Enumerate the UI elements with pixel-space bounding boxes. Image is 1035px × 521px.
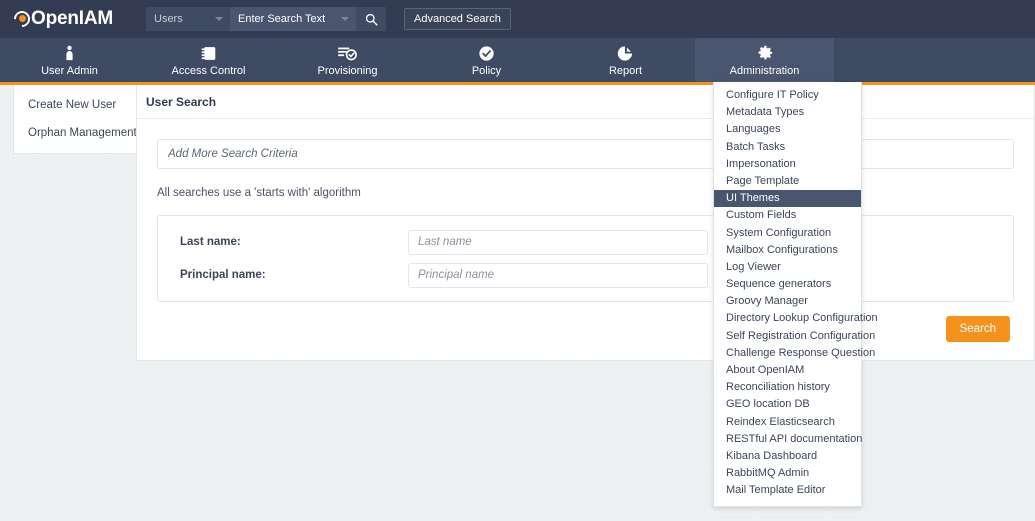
advanced-search-label: Advanced Search [414,13,501,25]
menu-item-configure-it-policy[interactable]: Configure IT Policy [714,87,861,104]
menu-item-batch-tasks[interactable]: Batch Tasks [714,139,861,156]
search-button[interactable]: Search [946,316,1010,342]
report-pie-icon [617,44,634,63]
chevron-down-icon [215,17,223,21]
top-header-bar: OpenIAM Users Advanced Search [0,0,1035,38]
principal-name-field[interactable] [408,263,708,288]
search-fields-container: Last name: Email address: Principal name… [157,215,1014,302]
sidebar-item-orphan-management-label: Orphan Management [28,127,137,139]
principal-name-label: Principal name: [180,269,408,281]
nav-item-user-admin-label: User Admin [41,65,98,77]
search-submit-button[interactable] [356,7,386,31]
nav-item-access-control-label: Access Control [172,65,246,77]
algorithm-note: All searches use a 'starts with' algorit… [157,187,1014,199]
menu-item-restful-api-documentation[interactable]: RESTful API documentation [714,431,861,448]
menu-item-ui-themes[interactable]: UI Themes [714,190,861,207]
user-admin-icon [62,44,77,63]
principal-name-input[interactable] [418,269,707,281]
menu-item-geo-location-db[interactable]: GEO location DB [714,396,861,413]
menu-item-mail-template-editor[interactable]: Mail Template Editor [714,482,861,499]
nav-item-access-control[interactable]: Access Control [139,38,278,82]
provisioning-icon [337,44,358,63]
left-sidebar: Create New User Orphan Management [13,85,140,154]
menu-item-rabbitmq-admin[interactable]: RabbitMQ Admin [714,465,861,482]
administration-dropdown-menu: Configure IT Policy Metadata Types Langu… [713,82,862,507]
menu-item-about-openiam[interactable]: About OpenIAM [714,362,861,379]
app-logo-text: OpenIAM [31,8,113,30]
panel-body: All searches use a 'starts with' algorit… [137,119,1034,342]
menu-item-groovy-manager[interactable]: Groovy Manager [714,293,861,310]
openiam-logo-icon [14,11,30,27]
menu-item-mailbox-configurations[interactable]: Mailbox Configurations [714,242,861,259]
sidebar-item-create-new-user[interactable]: Create New User [14,91,139,119]
menu-item-page-template[interactable]: Page Template [714,173,861,190]
nav-item-policy[interactable]: Policy [417,38,556,82]
menu-item-kibana-dashboard[interactable]: Kibana Dashboard [714,448,861,465]
panel-header: User Search [137,85,1034,119]
user-search-panel: User Search All searches use a 'starts w… [136,85,1035,361]
nav-item-administration[interactable]: Administration [695,38,834,82]
app-logo[interactable]: OpenIAM [14,8,126,30]
menu-item-metadata-types[interactable]: Metadata Types [714,104,861,121]
last-name-field[interactable] [408,230,708,255]
nav-item-policy-label: Policy [472,65,501,77]
menu-item-self-registration-configuration[interactable]: Self Registration Configuration [714,328,861,345]
nav-item-user-admin[interactable]: User Admin [0,38,139,82]
nav-item-administration-label: Administration [730,65,800,77]
sidebar-item-orphan-management[interactable]: Orphan Management [14,119,139,147]
nav-item-report[interactable]: Report [556,38,695,82]
field-row-principal-name: Principal name: Employee ID: [180,262,995,288]
field-row-last-name: Last name: Email address: [180,229,995,255]
access-control-icon [199,44,218,63]
panel-action-row: Search [157,316,1014,342]
sidebar-item-create-new-user-label: Create New User [28,99,116,111]
main-navigation-bar: User Admin Access Control Provisioning [0,38,1035,82]
menu-item-log-viewer[interactable]: Log Viewer [714,259,861,276]
advanced-search-button[interactable]: Advanced Search [404,8,511,30]
search-entity-select[interactable]: Users [146,7,230,31]
global-search-group: Users Advanced Search [146,7,511,31]
search-input[interactable] [238,13,338,25]
global-search-field[interactable] [230,7,356,31]
menu-item-challenge-response-question[interactable]: Challenge Response Question [714,345,861,362]
page-title: User Search [146,95,216,109]
menu-item-impersonation[interactable]: Impersonation [714,156,861,173]
last-name-label: Last name: [180,236,408,248]
menu-item-reconciliation-history[interactable]: Reconciliation history [714,379,861,396]
nav-item-report-label: Report [609,65,642,77]
last-name-input[interactable] [418,236,707,248]
gear-icon [756,44,774,63]
nav-item-provisioning-label: Provisioning [318,65,378,77]
menu-item-sequence-generators[interactable]: Sequence generators [714,276,861,293]
menu-item-custom-fields[interactable]: Custom Fields [714,207,861,224]
menu-item-system-configuration[interactable]: System Configuration [714,225,861,242]
nav-item-provisioning[interactable]: Provisioning [278,38,417,82]
policy-check-icon [478,44,495,63]
search-criteria-field[interactable] [157,139,1014,169]
menu-item-languages[interactable]: Languages [714,121,861,138]
menu-item-reindex-elasticsearch[interactable]: Reindex Elasticsearch [714,414,861,431]
search-criteria-input[interactable] [168,148,1013,160]
search-chevron-down-icon [341,17,349,21]
search-entity-value: Users [154,13,183,25]
menu-item-directory-lookup-configuration[interactable]: Directory Lookup Configuration [714,310,861,327]
search-icon [365,13,378,26]
